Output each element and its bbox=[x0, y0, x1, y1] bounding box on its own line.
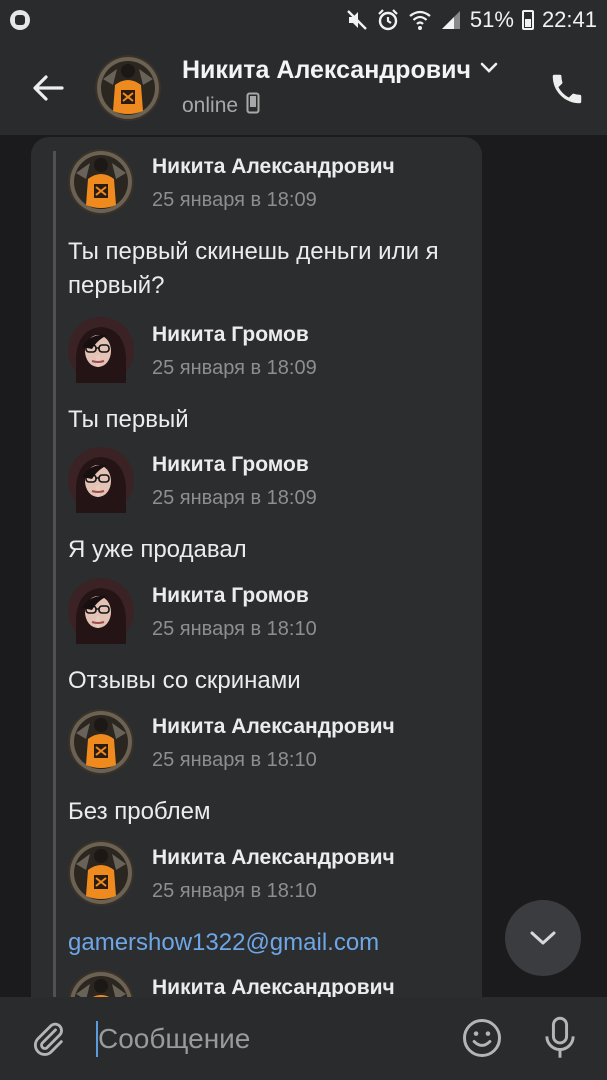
forwarded-message: Никита Александрович 25 января в 18:10 g… bbox=[68, 840, 478, 956]
scroll-down-button[interactable] bbox=[505, 900, 581, 976]
forwarded-message: Никита Александрович 25 января в 18:09 Т… bbox=[68, 149, 478, 299]
author-name[interactable]: Никита Александрович bbox=[152, 846, 395, 870]
forwarded-message: Никита Александрович bbox=[68, 970, 478, 997]
phone-device-icon bbox=[246, 92, 260, 119]
message-text: Я уже продавал bbox=[68, 536, 247, 563]
author-name[interactable]: Никита Громов bbox=[152, 323, 309, 347]
author-name[interactable]: Никита Громов bbox=[152, 584, 309, 608]
battery-percent: 51% bbox=[469, 7, 514, 32]
app-icon bbox=[10, 10, 30, 30]
forwarded-messages-bubble[interactable]: Никита Александрович 25 января в 18:09 Т… bbox=[31, 137, 482, 997]
signal-icon bbox=[440, 9, 462, 31]
message-text: Ты первый скинешь деньги или я первый? bbox=[68, 238, 439, 299]
author-name[interactable]: Никита Александрович bbox=[152, 715, 395, 739]
mic-icon[interactable] bbox=[540, 1015, 580, 1061]
forwarded-message: Никита Громов 25 января в 18:10 Отзывы с… bbox=[68, 578, 478, 694]
message-date: 25 января в 18:10 bbox=[152, 880, 317, 902]
message-date: 25 января в 18:09 bbox=[152, 189, 317, 211]
status-icons: 51% 22:41 bbox=[346, 6, 597, 34]
author-avatar[interactable] bbox=[68, 840, 134, 906]
author-avatar[interactable] bbox=[68, 317, 134, 383]
forwarded-message: Никита Громов 25 января в 18:09 Я уже пр… bbox=[68, 447, 478, 563]
message-composer bbox=[0, 997, 607, 1080]
back-arrow-icon[interactable] bbox=[28, 68, 68, 108]
chat-header: Никита Александрович online bbox=[0, 40, 607, 135]
chevron-down-icon[interactable] bbox=[479, 61, 499, 80]
contact-avatar[interactable] bbox=[95, 55, 161, 121]
message-input[interactable] bbox=[96, 1017, 436, 1061]
chevron-down-icon bbox=[530, 931, 556, 945]
attach-icon[interactable] bbox=[28, 1019, 68, 1059]
message-date: 25 января в 18:09 bbox=[152, 487, 317, 509]
author-name[interactable]: Никита Александрович bbox=[152, 155, 395, 179]
author-name[interactable]: Никита Александрович bbox=[152, 976, 395, 997]
message-text: Без проблем bbox=[68, 798, 211, 825]
message-text: Отзывы со скринами bbox=[68, 667, 301, 694]
contact-status-row: online bbox=[182, 92, 260, 119]
chat-area[interactable]: Никита Александрович 25 января в 18:09 Т… bbox=[0, 135, 607, 997]
email-link[interactable]: gamershow1322@gmail.com bbox=[68, 926, 468, 960]
author-avatar[interactable] bbox=[68, 709, 134, 775]
contact-title[interactable]: Никита Александрович bbox=[182, 56, 499, 85]
mute-icon bbox=[346, 9, 368, 31]
text-cursor bbox=[96, 1021, 98, 1057]
message-date: 25 января в 18:10 bbox=[152, 618, 317, 640]
author-name[interactable]: Никита Громов bbox=[152, 453, 309, 477]
author-avatar[interactable] bbox=[68, 970, 134, 997]
contact-name: Никита Александрович bbox=[182, 56, 471, 84]
message-date: 25 января в 18:10 bbox=[152, 749, 317, 771]
forwarded-message: Никита Громов 25 января в 18:09 Ты первы… bbox=[68, 317, 478, 433]
status-bar: 51% 22:41 bbox=[0, 0, 607, 40]
author-avatar[interactable] bbox=[68, 447, 134, 513]
battery-icon bbox=[521, 10, 534, 30]
clock: 22:41 bbox=[541, 7, 597, 32]
forwarded-message: Никита Александрович 25 января в 18:10 Б… bbox=[68, 709, 478, 825]
author-avatar[interactable] bbox=[68, 578, 134, 644]
author-avatar[interactable] bbox=[68, 149, 134, 215]
message-text: Ты первый bbox=[68, 406, 189, 433]
wifi-icon bbox=[408, 9, 432, 31]
alarm-icon bbox=[376, 8, 400, 32]
message-date: 25 января в 18:09 bbox=[152, 357, 317, 379]
emoji-icon[interactable] bbox=[461, 1017, 503, 1059]
quote-line bbox=[53, 151, 56, 997]
contact-status: online bbox=[182, 93, 239, 117]
phone-call-icon[interactable] bbox=[548, 70, 586, 108]
